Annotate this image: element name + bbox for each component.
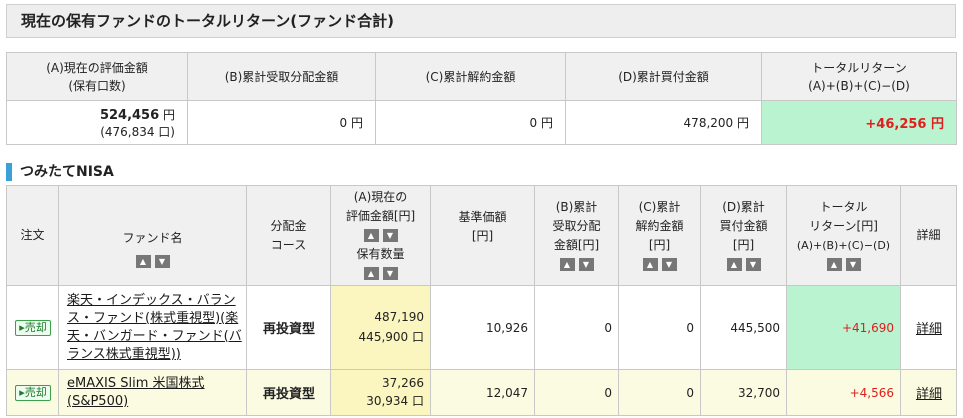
summary-eval-value: 524,456 — [99, 107, 160, 123]
bought-value: 32,700 — [700, 369, 787, 416]
sort-up-icon[interactable]: ▲ — [559, 257, 575, 271]
detail-link[interactable]: 詳細 — [916, 387, 942, 402]
header-bought: (D)累計 買付金額 [円] ▲ ▼ — [700, 185, 787, 286]
section-heading: つみたてNISA — [6, 162, 114, 182]
summary-eval-yen: 円 — [162, 107, 175, 122]
sort-down-icon[interactable]: ▼ — [661, 257, 677, 271]
summary-total-return-value: +46,256 円 — [761, 100, 957, 145]
summary-bought-value: 478,200 円 — [565, 100, 762, 145]
summary-eval-cell: 524,456 円 (476,834 口) — [6, 100, 188, 145]
fund-name-link[interactable]: eMAXIS Slim 米国株式(S&P500) — [67, 376, 205, 409]
sort-down-icon[interactable]: ▼ — [382, 229, 398, 242]
sort-down-icon[interactable]: ▼ — [845, 257, 861, 271]
summary-distribution-value: 0 円 — [187, 100, 376, 145]
distribution-value: 0 — [534, 285, 619, 370]
bought-value: 445,500 — [700, 285, 787, 370]
header-eval: (A)現在の 評価金額[円] ▲ ▼ 保有数量 ▲ ▼ — [330, 185, 431, 286]
redeemed-value: 0 — [618, 285, 701, 370]
detail-link[interactable]: 詳細 — [916, 322, 942, 337]
sort-up-icon[interactable]: ▲ — [363, 267, 379, 280]
section-marker-icon — [6, 163, 12, 181]
sort-up-icon[interactable]: ▲ — [363, 229, 379, 242]
sort-up-icon[interactable]: ▲ — [642, 257, 658, 271]
total-return-value: +4,566 — [786, 369, 901, 416]
summary-redeemed-value: 0 円 — [375, 100, 566, 145]
summary-header-redeemed: (C)累計解約金額 — [375, 52, 566, 101]
sort-up-icon[interactable]: ▲ — [135, 254, 151, 268]
summary-header-bought: (D)累計買付金額 — [565, 52, 762, 101]
summary-header-distribution: (B)累計受取分配金額 — [187, 52, 376, 101]
fund-name-link[interactable]: 楽天・インデックス・バランス・ファンド(株式重視型)(楽天・バンガード・ファンド… — [67, 293, 242, 362]
units-held: 30,934 口 — [366, 394, 424, 408]
dividend-course: 再投資型 — [262, 322, 315, 337]
sort-down-icon[interactable]: ▼ — [745, 257, 761, 271]
redeemed-value: 0 — [618, 369, 701, 416]
eval-amount: 487,190 — [374, 310, 424, 324]
summary-eval-units: (476,834 口) — [100, 124, 175, 139]
table-row: ▸売却 楽天・インデックス・バランス・ファンド(株式重視型)(楽天・バンガード・… — [6, 285, 957, 370]
sell-button[interactable]: ▸売却 — [15, 384, 51, 401]
summary-header-eval: (A)現在の評価金額 (保有口数) — [6, 52, 188, 101]
sort-down-icon[interactable]: ▼ — [382, 267, 398, 280]
funds-table: 注文 ファンド名 ▲ ▼ 分配金 コース (A)現在の 評価金額[円] ▲ ▼ 保有… — [6, 185, 957, 416]
header-nav: 基準価額 [円] — [430, 185, 535, 286]
header-fund-name: ファンド名 ▲ ▼ — [58, 185, 247, 286]
summary-table: (A)現在の評価金額 (保有口数) (B)累計受取分配金額 (C)累計解約金額 … — [6, 52, 957, 145]
header-detail: 詳細 — [900, 185, 957, 286]
page-title: 現在の保有ファンドのトータルリターン(ファンド合計) — [6, 4, 956, 38]
dividend-course: 再投資型 — [262, 387, 315, 402]
units-held: 445,900 口 — [358, 330, 424, 344]
sort-down-icon[interactable]: ▼ — [578, 257, 594, 271]
summary-header-total-return: トータルリターン (A)+(B)+(C)−(D) — [761, 52, 957, 101]
header-course: 分配金 コース — [246, 185, 331, 286]
header-redeemed: (C)累計 解約金額 [円] ▲ ▼ — [618, 185, 701, 286]
sell-button[interactable]: ▸売却 — [15, 319, 51, 336]
sort-up-icon[interactable]: ▲ — [726, 257, 742, 271]
header-total-return: トータル リターン[円] (A)+(B)+(C)−(D) ▲ ▼ — [786, 185, 901, 286]
eval-amount: 37,266 — [382, 376, 424, 390]
sort-up-icon[interactable]: ▲ — [826, 257, 842, 271]
header-order: 注文 — [6, 185, 59, 286]
distribution-value: 0 — [534, 369, 619, 416]
sort-down-icon[interactable]: ▼ — [154, 254, 170, 268]
table-row: ▸売却 eMAXIS Slim 米国株式(S&P500) 再投資型 37,266… — [6, 369, 957, 416]
total-return-value: +41,690 — [786, 285, 901, 370]
nav-value: 10,926 — [430, 285, 535, 370]
header-distribution: (B)累計 受取分配 金額[円] ▲ ▼ — [534, 185, 619, 286]
nav-value: 12,047 — [430, 369, 535, 416]
